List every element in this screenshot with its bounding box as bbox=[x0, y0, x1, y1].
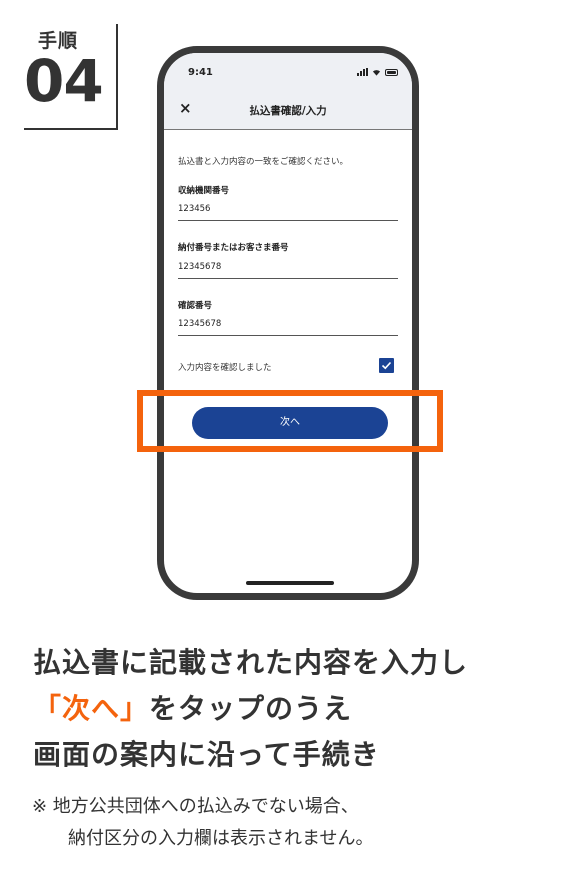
note-line-1: ※ 地方公共団体への払込みでない場合、 bbox=[32, 796, 359, 817]
home-indicator bbox=[246, 581, 334, 585]
caption-line-3: 画面の案内に沿って手続き bbox=[33, 738, 380, 771]
note: ※ 地方公共団体への払込みでない場合、 納付区分の入力欄は表示されません。 bbox=[32, 791, 373, 855]
highlight-frame bbox=[137, 390, 443, 452]
wifi-icon bbox=[372, 70, 381, 76]
field-input-payment-number[interactable]: 12345678 bbox=[178, 262, 398, 279]
confirm-row: 入力内容を確認しました bbox=[178, 357, 398, 377]
check-icon bbox=[381, 361, 392, 370]
caption-line-2: 「次へ」をタップのうえ bbox=[33, 686, 468, 732]
field-label-institution: 収納機関番号 bbox=[178, 186, 230, 196]
caption: 払込書に記載された内容を入力し 「次へ」をタップのうえ 画面の案内に沿って手続き bbox=[33, 640, 468, 778]
phone-mockup: 9:41 × 払込書確認/入力 払込書と入力内容の一致をご確認ください。 収納機… bbox=[157, 46, 419, 600]
field-label-payment-number: 納付番号またはお客さま番号 bbox=[178, 243, 289, 253]
status-icons bbox=[357, 68, 398, 76]
field-label-confirmation-number: 確認番号 bbox=[178, 301, 213, 311]
status-bar: 9:41 bbox=[164, 53, 412, 93]
instruction-text: 払込書と入力内容の一致をご確認ください。 bbox=[178, 157, 349, 167]
caption-line-1: 払込書に記載された内容を入力し bbox=[33, 646, 469, 679]
caption-line-2-rest: をタップのうえ bbox=[149, 692, 353, 725]
step-border-right bbox=[116, 24, 118, 130]
step-number: 04 bbox=[24, 47, 104, 115]
step-border-bottom bbox=[24, 128, 118, 130]
screen-title: 払込書確認/入力 bbox=[249, 105, 327, 117]
battery-icon bbox=[385, 68, 398, 76]
nav-bar: × 払込書確認/入力 bbox=[164, 93, 412, 130]
note-line-2: 納付区分の入力欄は表示されません。 bbox=[68, 828, 374, 849]
confirm-checkbox[interactable] bbox=[379, 358, 394, 373]
confirm-label: 入力内容を確認しました bbox=[178, 363, 272, 373]
caption-highlight: 「次へ」 bbox=[33, 692, 150, 725]
field-input-institution[interactable]: 123456 bbox=[178, 204, 398, 221]
step-label: 手順 04 bbox=[24, 24, 118, 130]
status-time: 9:41 bbox=[188, 67, 213, 78]
field-input-confirmation-number[interactable]: 12345678 bbox=[178, 319, 398, 336]
signal-icon bbox=[357, 68, 368, 76]
